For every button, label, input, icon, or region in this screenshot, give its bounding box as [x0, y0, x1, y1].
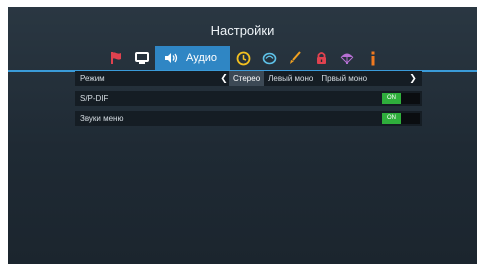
tab-audio-label: Аудио	[186, 52, 218, 64]
tab-update[interactable]	[334, 46, 360, 70]
info-icon	[371, 51, 375, 65]
tab-bar: Аудио	[103, 46, 386, 70]
menu-sounds-toggle[interactable]: ON	[382, 113, 420, 124]
setting-label-mode: Режим	[80, 74, 105, 83]
settings-screen: Настройки Аудио Режим ❮ Стерео Левый мон…	[8, 7, 477, 264]
menu-sounds-toggle-state: ON	[382, 113, 401, 124]
monitor-icon	[135, 52, 149, 64]
setting-label-menu-sounds: Звуки меню	[80, 114, 124, 123]
setting-row-menu-sounds[interactable]: Звуки меню ON	[75, 111, 422, 126]
mode-option-right-mono[interactable]: Првый моно	[317, 71, 371, 86]
chevron-left-icon[interactable]: ❮	[219, 73, 229, 84]
setting-row-spdif[interactable]: S/P-DIF ON	[75, 91, 422, 106]
satellite-dish-icon	[262, 52, 276, 64]
chevron-right-icon[interactable]: ❯	[408, 71, 418, 86]
tab-time[interactable]	[230, 46, 256, 70]
setting-label-spdif: S/P-DIF	[80, 94, 109, 103]
speaker-icon	[165, 53, 178, 63]
mode-option-stereo[interactable]: Стерео	[229, 71, 265, 86]
tab-appearance[interactable]	[282, 46, 308, 70]
brush-icon	[290, 51, 301, 64]
spdif-toggle-state: ON	[382, 93, 401, 104]
clock-icon	[236, 51, 250, 65]
flag-icon	[111, 52, 121, 64]
tab-info[interactable]	[360, 46, 386, 70]
setting-row-mode[interactable]: Режим ❮ Стерео Левый моно Првый моно ❯	[75, 71, 422, 86]
tab-display[interactable]	[129, 46, 155, 70]
page-title: Настройки	[210, 23, 275, 38]
tab-audio[interactable]: Аудио	[155, 46, 230, 70]
tab-flag[interactable]	[103, 46, 129, 70]
spdif-toggle[interactable]: ON	[382, 93, 420, 104]
parachute-icon	[340, 53, 354, 64]
tab-satellite[interactable]	[256, 46, 282, 70]
mode-selector[interactable]: ❮ Стерео Левый моно Првый моно	[219, 71, 371, 86]
tab-parental-lock[interactable]	[308, 46, 334, 70]
mode-option-left-mono[interactable]: Левый моно	[264, 71, 317, 86]
lock-icon	[316, 52, 326, 64]
